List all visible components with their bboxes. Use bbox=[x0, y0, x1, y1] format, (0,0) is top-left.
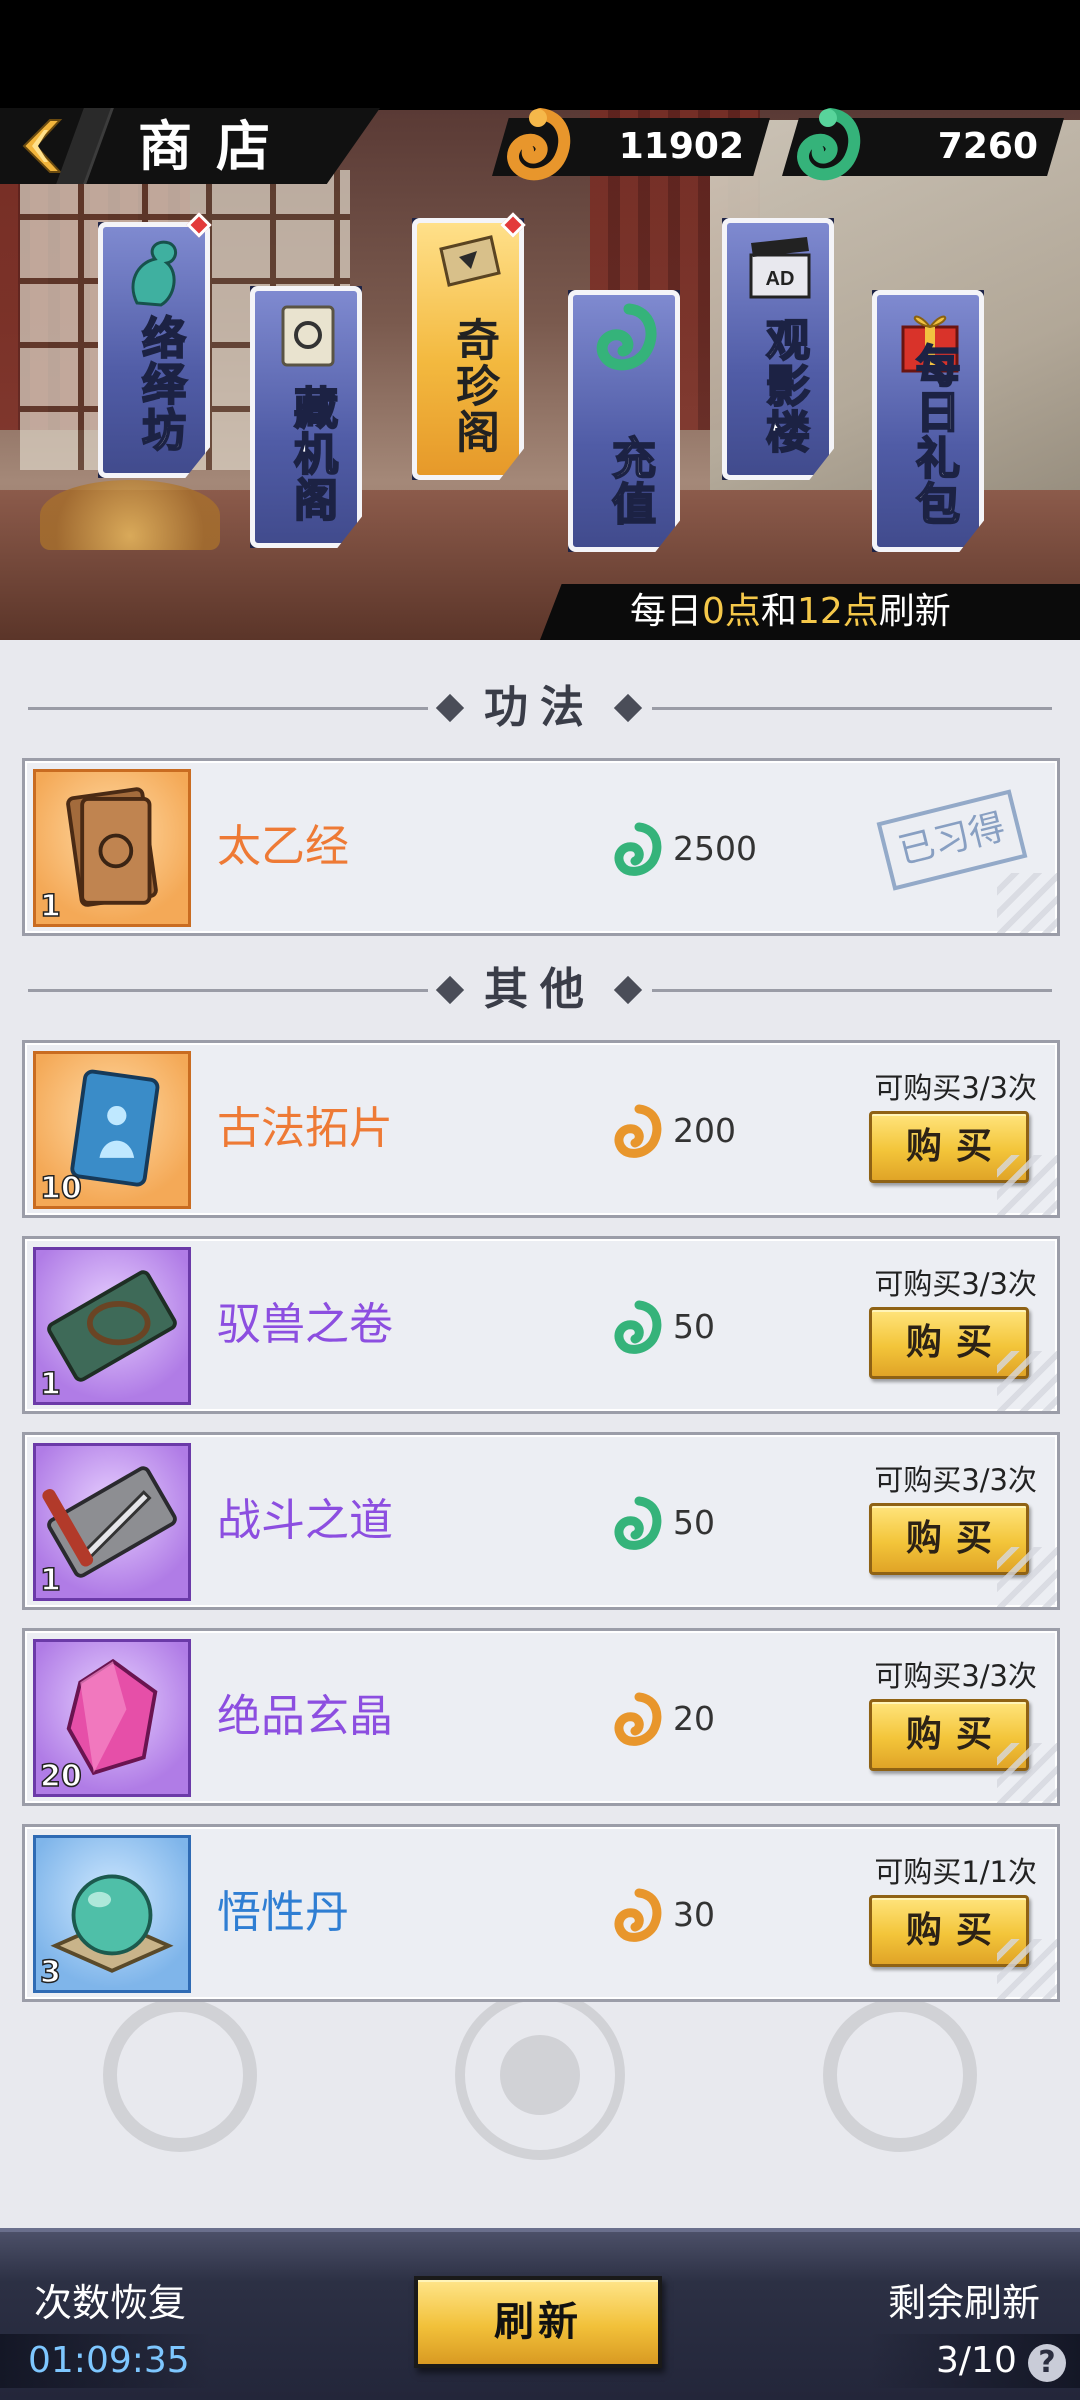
gold-coin-icon bbox=[507, 108, 571, 181]
item-quantity: 10 bbox=[39, 1171, 82, 1206]
tab-label: 藏机阁 bbox=[285, 384, 338, 524]
purchase-limit: 可购买3/3次 bbox=[874, 1071, 1037, 1105]
purchase-limit: 可购买3/3次 bbox=[874, 1267, 1037, 1301]
crown-decoration bbox=[40, 480, 220, 550]
item-thumbnail: 1 bbox=[33, 1443, 191, 1601]
item-quantity: 1 bbox=[39, 889, 61, 924]
price-value: 50 bbox=[673, 1307, 715, 1346]
jade-coin-icon bbox=[614, 822, 662, 876]
item-quantity: 1 bbox=[39, 1563, 61, 1598]
page-title: 商店 bbox=[138, 114, 294, 178]
item-name: 驭兽之卷 bbox=[217, 1299, 393, 1350]
jade-coin-icon bbox=[614, 1300, 662, 1354]
section-title: 功法 bbox=[484, 682, 596, 733]
item-name: 太乙经 bbox=[217, 821, 349, 872]
jade-coin-icon bbox=[596, 303, 657, 371]
status-area bbox=[0, 0, 1080, 110]
list-item[interactable]: 20 绝品玄晶 20 可购买3/3次 购买 bbox=[22, 1628, 1060, 1806]
remaining-refresh-label: 剩余刷新 bbox=[887, 2281, 1040, 2325]
tab-label: 每日礼包 bbox=[907, 342, 960, 528]
item-thumbnail: 3 bbox=[33, 1835, 191, 1993]
treasure-scroll-icon bbox=[439, 235, 501, 287]
tab-cangjige[interactable]: 藏机阁 bbox=[250, 286, 362, 548]
scroll-icon bbox=[281, 305, 335, 367]
refresh-button[interactable]: 刷新 bbox=[414, 2276, 662, 2368]
item-quantity: 20 bbox=[39, 1759, 82, 1794]
jade-coin-icon bbox=[614, 1496, 662, 1550]
price-value: 30 bbox=[673, 1895, 715, 1934]
learned-stamp: 已习得 bbox=[876, 789, 1028, 891]
note-text: 每日 bbox=[630, 591, 703, 632]
item-thumbnail: 1 bbox=[33, 769, 191, 927]
gold-coin-icon bbox=[614, 1104, 662, 1158]
note-time-2: 12点 bbox=[796, 591, 879, 632]
tab-label: 络绎坊 bbox=[133, 314, 186, 454]
gold-coin-icon bbox=[614, 1692, 662, 1746]
section-header-other: 其他 bbox=[28, 960, 1052, 1020]
buy-button[interactable]: 购买 bbox=[869, 1307, 1029, 1379]
item-thumbnail: 20 bbox=[33, 1639, 191, 1797]
section-header-gongfa: 功法 bbox=[28, 678, 1052, 738]
item-name: 悟性丹 bbox=[217, 1887, 349, 1938]
price-value: 2500 bbox=[673, 829, 757, 868]
buy-button[interactable]: 购买 bbox=[869, 1895, 1029, 1967]
jade-coin-icon bbox=[797, 108, 861, 181]
price-value: 20 bbox=[673, 1699, 715, 1738]
tab-label: 观影楼 bbox=[757, 316, 810, 456]
clapperboard-icon: AD bbox=[749, 237, 811, 299]
note-text: 和 bbox=[760, 591, 797, 632]
note-time-1: 0点 bbox=[702, 591, 761, 632]
tab-label: 充值 bbox=[603, 434, 656, 528]
item-thumbnail: 10 bbox=[33, 1051, 191, 1209]
gold-coin-icon bbox=[614, 1888, 662, 1942]
remaining-refresh-count: 3/10 ? bbox=[870, 2334, 1080, 2388]
note-text: 刷新 bbox=[878, 591, 951, 632]
list-item[interactable]: 3 悟性丹 30 可购买1/1次 购买 bbox=[22, 1824, 1060, 2002]
purchase-limit: 可购买1/1次 bbox=[874, 1855, 1037, 1889]
item-name: 古法拓片 bbox=[217, 1103, 393, 1154]
section-title: 其他 bbox=[484, 964, 596, 1015]
list-item[interactable]: 10 古法拓片 200 可购买3/3次 购买 bbox=[22, 1040, 1060, 1218]
tab-label: 奇珍阁 bbox=[448, 317, 499, 455]
item-name: 战斗之道 bbox=[217, 1495, 393, 1546]
recover-timer: 01:09:35 bbox=[0, 2334, 210, 2388]
tab-chongzhi[interactable]: 充值 bbox=[568, 290, 680, 552]
help-icon[interactable]: ? bbox=[1028, 2344, 1066, 2382]
purchase-limit: 可购买3/3次 bbox=[874, 1659, 1037, 1693]
item-quantity: 3 bbox=[39, 1955, 61, 1990]
purchase-limit: 可购买3/3次 bbox=[874, 1463, 1037, 1497]
refresh-schedule-note: 每日0点和12点刷新 bbox=[540, 584, 1080, 640]
bottom-bar: 次数恢复 01:09:35 刷新 剩余刷新 3/10 ? bbox=[0, 2228, 1080, 2400]
tab-guanyinglou[interactable]: AD 观影楼 bbox=[722, 218, 834, 480]
tab-daily-gift[interactable]: 每日礼包 bbox=[872, 290, 984, 552]
jade-dragon-icon bbox=[131, 240, 177, 307]
buy-button[interactable]: 购买 bbox=[869, 1699, 1029, 1771]
tab-qizhenge[interactable]: 奇珍阁 bbox=[412, 218, 524, 480]
recover-label: 次数恢复 bbox=[34, 2281, 187, 2325]
price-value: 200 bbox=[673, 1111, 736, 1150]
svg-text:AD: AD bbox=[766, 268, 795, 290]
buy-button[interactable]: 购买 bbox=[869, 1111, 1029, 1183]
buy-button[interactable]: 购买 bbox=[869, 1503, 1029, 1575]
price-value: 50 bbox=[673, 1503, 715, 1542]
list-item[interactable]: 1 战斗之道 50 可购买3/3次 购买 bbox=[22, 1432, 1060, 1610]
tab-luoyifang[interactable]: 络绎坊 bbox=[98, 222, 210, 478]
list-item[interactable]: 1 驭兽之卷 50 可购买3/3次 购买 bbox=[22, 1236, 1060, 1414]
list-item[interactable]: 1 太乙经 2500 已习得 bbox=[22, 758, 1060, 936]
item-thumbnail: 1 bbox=[33, 1247, 191, 1405]
item-quantity: 1 bbox=[39, 1367, 61, 1402]
item-name: 绝品玄晶 bbox=[217, 1691, 393, 1742]
remaining-count-value: 3/10 bbox=[936, 2340, 1017, 2381]
